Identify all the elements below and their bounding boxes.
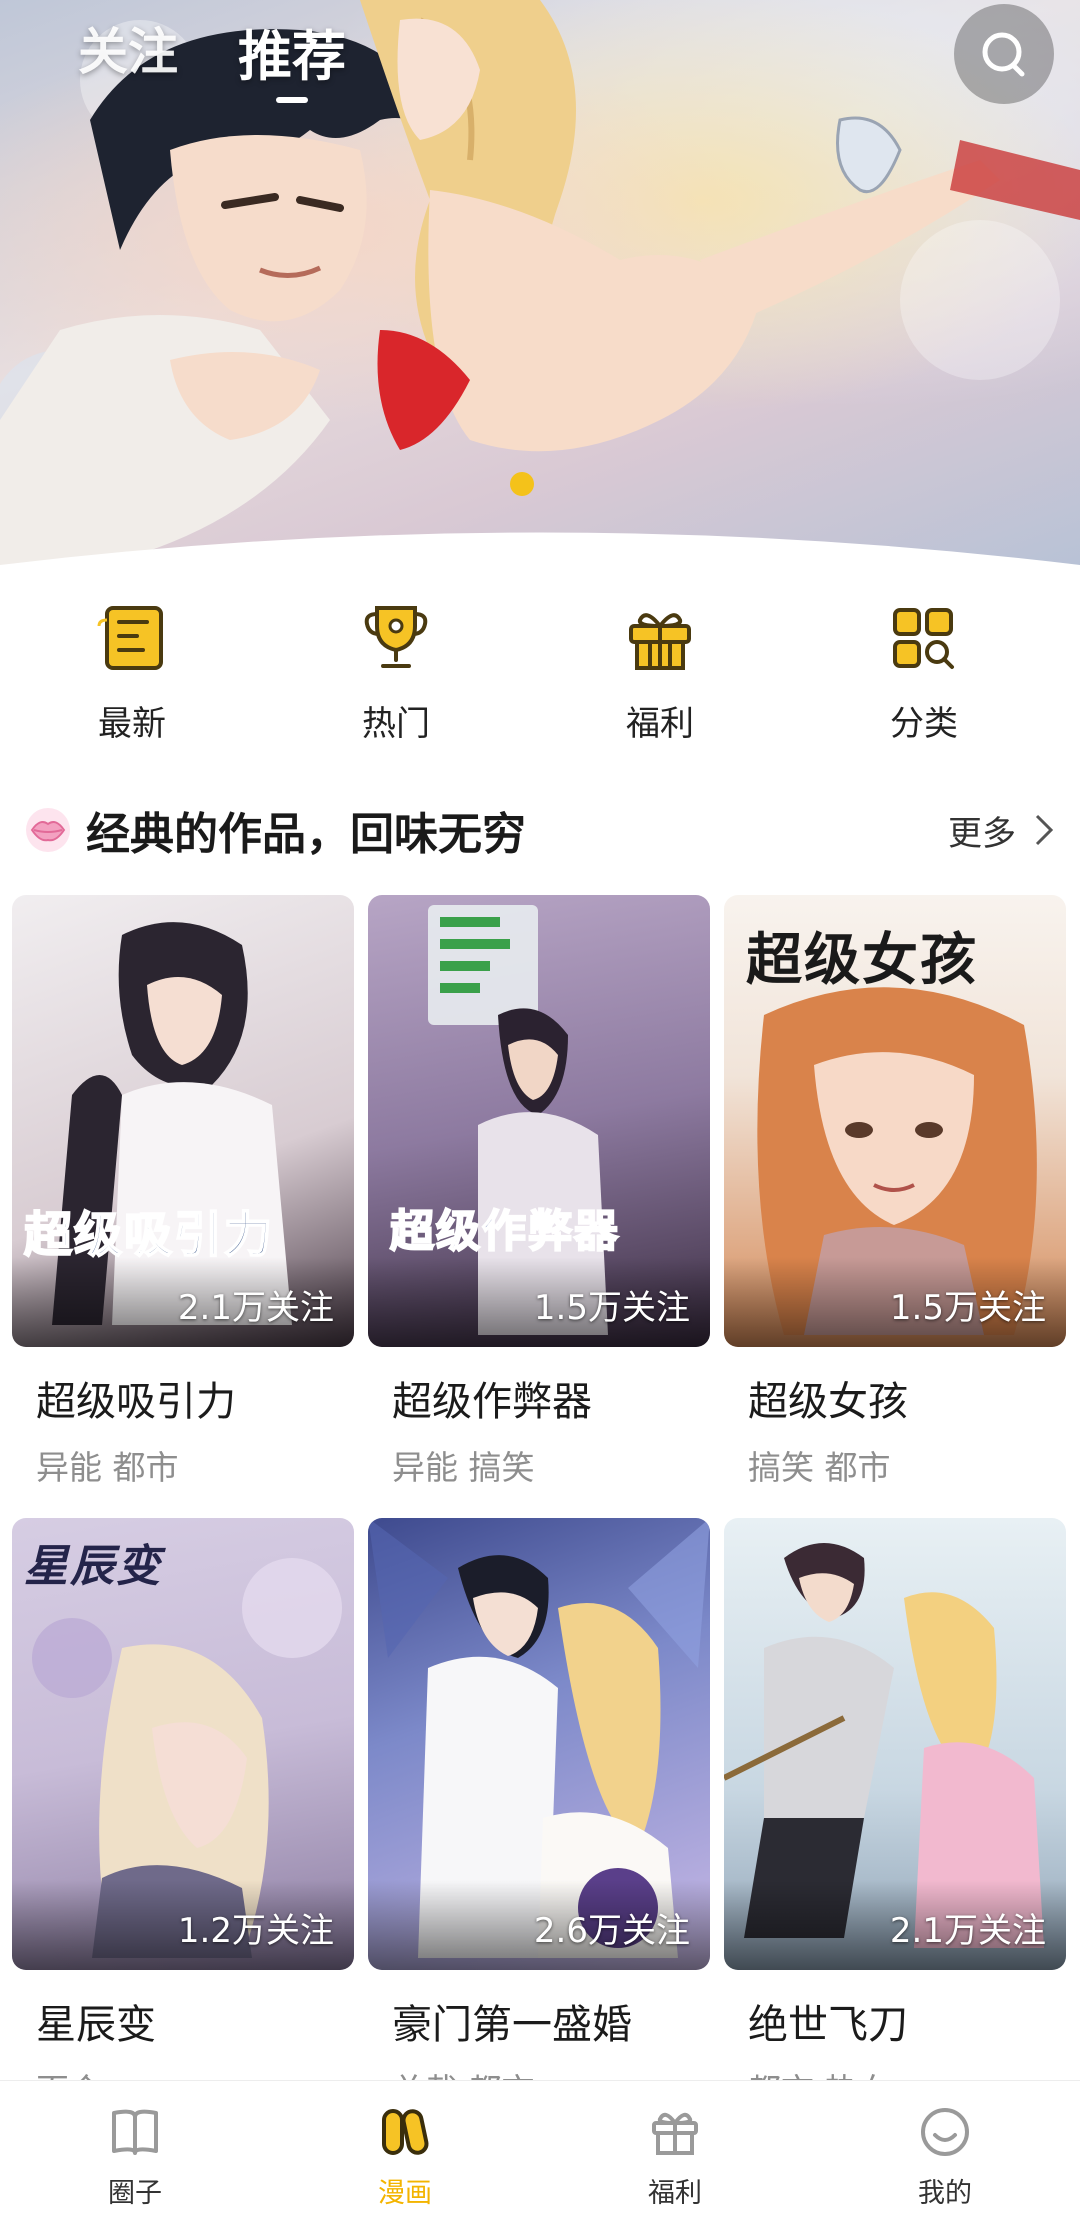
comic-icon bbox=[382, 2109, 429, 2155]
cover-title: 超级女孩 bbox=[746, 928, 978, 993]
gift-icon bbox=[629, 613, 691, 670]
section-title: 经典的作品，回味无穷 bbox=[86, 809, 526, 860]
comic-cover: 超级作弊器 1.5万关注 bbox=[368, 895, 710, 1347]
comic-cover: 超级吸引力 2.1万关注 bbox=[12, 895, 354, 1347]
quick-nav-category[interactable]: 分类 bbox=[792, 588, 1056, 763]
quick-nav-hot[interactable]: 热门 bbox=[264, 588, 528, 763]
search-icon bbox=[982, 32, 1025, 77]
comic-title: 豪门第一盛婚 bbox=[392, 2002, 632, 2048]
comic-card[interactable]: 星辰变 1.2万关注 星辰变 百合 bbox=[12, 1518, 354, 2112]
comic-cover: 2.6万关注 bbox=[368, 1518, 710, 1970]
follow-count: 1.2万关注 bbox=[177, 1911, 334, 1951]
nav-label: 我的 bbox=[918, 2178, 972, 2209]
trophy-icon bbox=[364, 606, 428, 668]
bottom-nav: 圈子 漫画 福利 我的 bbox=[0, 2080, 1080, 2230]
news-icon bbox=[97, 606, 163, 670]
quick-nav-label: 热门 bbox=[362, 704, 430, 744]
gift-icon bbox=[652, 2112, 698, 2155]
nav-label: 漫画 bbox=[378, 2178, 432, 2209]
carousel-indicator bbox=[510, 472, 534, 496]
chevron-right-icon bbox=[1035, 814, 1054, 846]
nav-label: 福利 bbox=[648, 2178, 702, 2209]
more-label: 更多 bbox=[948, 813, 1016, 854]
quick-nav-welfare[interactable]: 福利 bbox=[528, 588, 792, 763]
book-icon bbox=[112, 2109, 158, 2155]
comic-tags: 搞笑 都市 bbox=[748, 1448, 891, 1487]
search-button[interactable] bbox=[954, 4, 1054, 104]
comic-title: 超级作弊器 bbox=[392, 1379, 592, 1425]
nav-circle[interactable]: 圈子 bbox=[0, 2081, 270, 2230]
tab-follow[interactable]: 关注 bbox=[78, 12, 178, 91]
comic-cover: 超级女孩 1.5万关注 bbox=[724, 895, 1066, 1347]
follow-count: 2.1万关注 bbox=[177, 1288, 334, 1328]
banner-bottom-curve bbox=[0, 532, 1080, 575]
follow-count: 2.6万关注 bbox=[533, 1911, 690, 1951]
comic-card[interactable]: 2.6万关注 豪门第一盛婚 总裁 都市 bbox=[368, 1518, 710, 2112]
comic-title: 星辰变 bbox=[36, 2002, 156, 2048]
comic-title: 超级女孩 bbox=[748, 1379, 908, 1425]
quick-nav-label: 福利 bbox=[626, 704, 694, 744]
quick-nav: 最新 热门 福利 分类 bbox=[0, 588, 1080, 763]
section-header: 经典的作品，回味无穷 更多 bbox=[24, 790, 1054, 870]
comic-card[interactable]: 超级作弊器 1.5万关注 超级作弊器 异能 搞笑 bbox=[368, 895, 710, 1489]
quick-nav-label: 分类 bbox=[890, 704, 958, 744]
nav-comic[interactable]: 漫画 bbox=[270, 2081, 540, 2230]
comic-tags: 异能 搞笑 bbox=[392, 1448, 535, 1487]
nav-mine[interactable]: 我的 bbox=[810, 2081, 1080, 2230]
category-icon bbox=[893, 608, 954, 669]
more-button[interactable]: 更多 bbox=[948, 806, 1054, 855]
cover-title: 超级吸引力 bbox=[23, 1206, 275, 1264]
cover-title: 超级作弊器 bbox=[389, 1205, 620, 1258]
follow-count: 1.5万关注 bbox=[533, 1288, 690, 1328]
comic-cover: 2.1万关注 bbox=[724, 1518, 1066, 1970]
smile-icon bbox=[921, 2108, 969, 2156]
lips-icon bbox=[26, 808, 70, 852]
quick-nav-label: 最新 bbox=[98, 704, 166, 744]
comic-card[interactable]: 2.1万关注 绝世飞刀 都市 热血 bbox=[724, 1518, 1066, 2112]
cover-title: 星辰变 bbox=[24, 1541, 162, 1592]
comic-title: 超级吸引力 bbox=[36, 1379, 236, 1425]
quick-nav-latest[interactable]: 最新 bbox=[0, 588, 264, 763]
comic-card[interactable]: 超级吸引力 2.1万关注 超级吸引力 异能 都市 bbox=[12, 895, 354, 1489]
comic-tags: 异能 都市 bbox=[36, 1448, 179, 1487]
follow-count: 2.1万关注 bbox=[889, 1911, 1046, 1951]
nav-welfare[interactable]: 福利 bbox=[540, 2081, 810, 2230]
comic-title: 绝世飞刀 bbox=[748, 2002, 908, 2048]
nav-label: 圈子 bbox=[108, 2178, 162, 2209]
comic-cover: 星辰变 1.2万关注 bbox=[12, 1518, 354, 1970]
top-tab-bar: 关注 推荐 bbox=[78, 12, 346, 91]
tab-recommend[interactable]: 推荐 bbox=[238, 12, 346, 91]
banner-carousel[interactable]: 关注 推荐 bbox=[0, 0, 1080, 575]
comic-card[interactable]: 超级女孩 1.5万关注 超级女孩 搞笑 都市 bbox=[724, 895, 1066, 1489]
follow-count: 1.5万关注 bbox=[889, 1288, 1046, 1328]
